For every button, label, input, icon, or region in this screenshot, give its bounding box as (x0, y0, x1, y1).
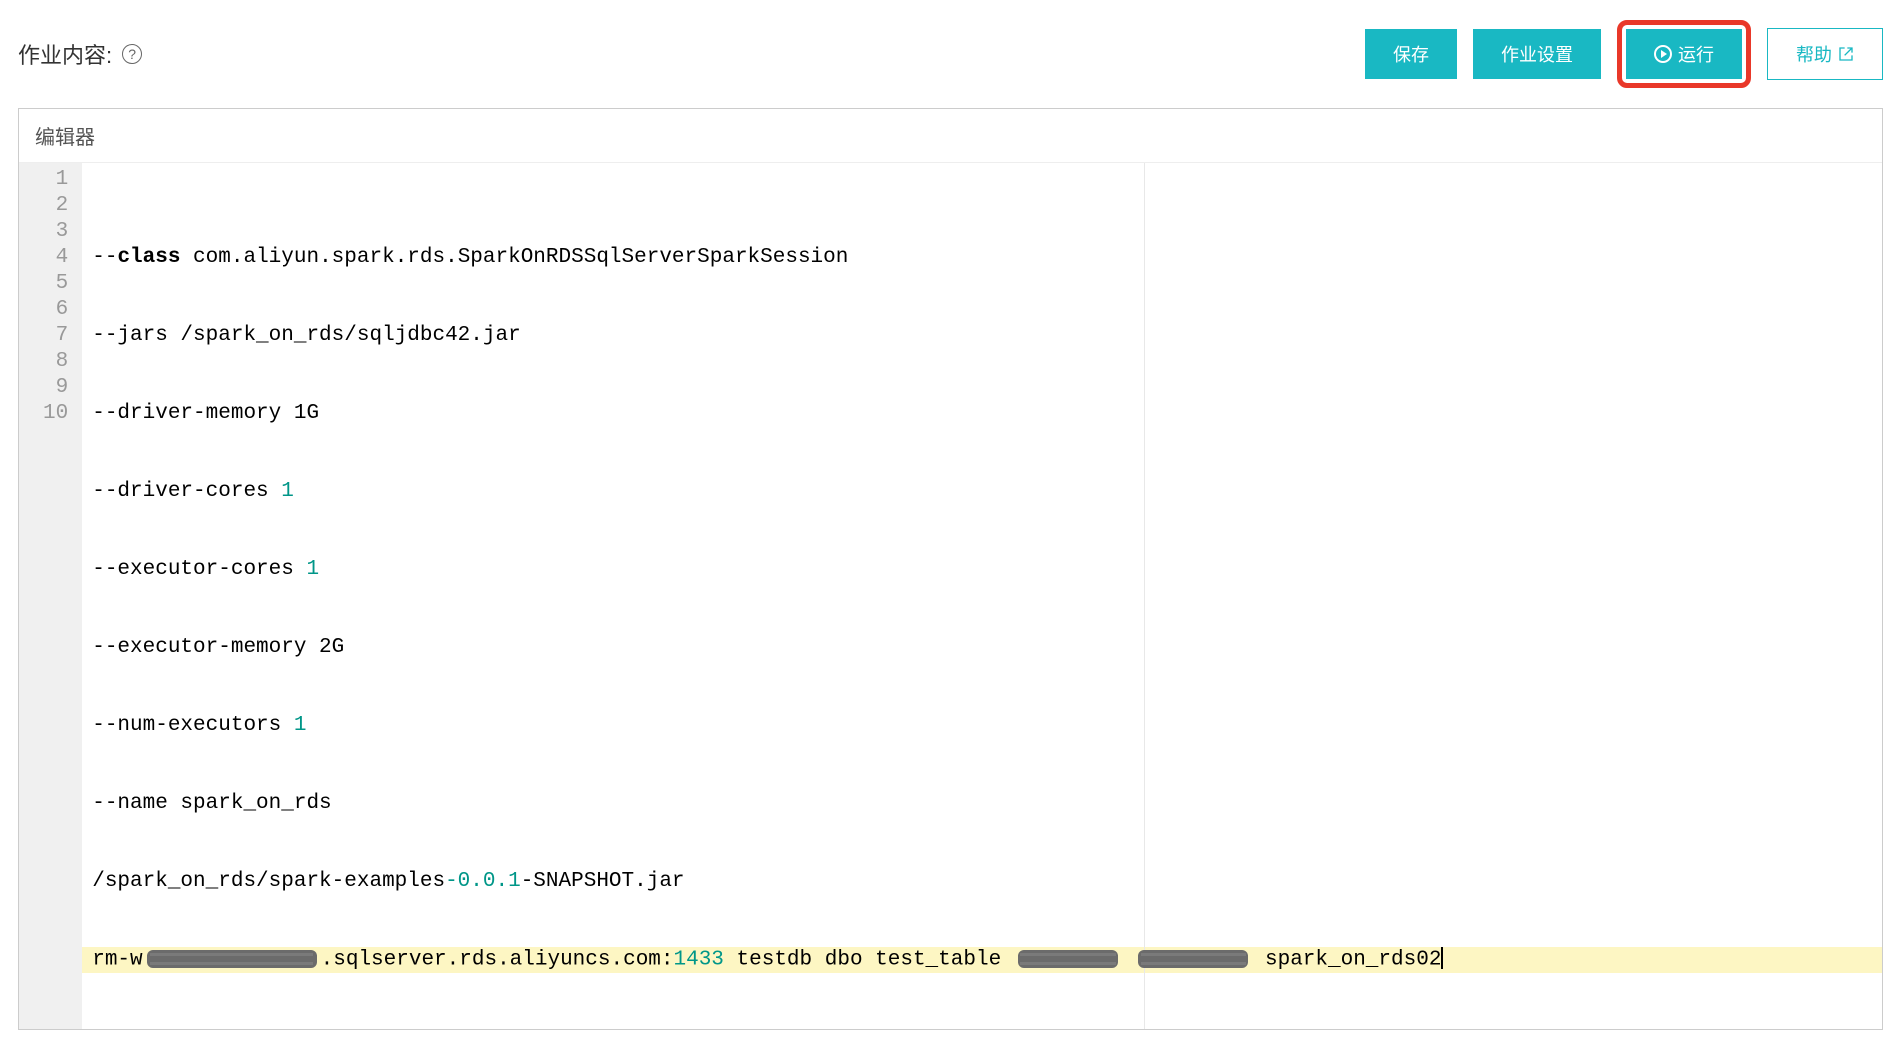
code-line: --executor-memory 2G (82, 635, 1882, 661)
text-cursor (1441, 947, 1443, 969)
code-editor: 编辑器 1 2 3 4 5 6 7 8 9 10 --class com.ali… (18, 108, 1883, 1030)
redacted-text (147, 950, 317, 968)
job-settings-button[interactable]: 作业设置 (1473, 29, 1601, 79)
code-line-active: rm-w.sqlserver.rds.aliyuncs.com:1433 tes… (82, 947, 1882, 973)
code-line: /spark_on_rds/spark-examples-0.0.1-SNAPS… (82, 869, 1882, 895)
help-button[interactable]: 帮助 (1767, 28, 1883, 80)
code-line: --class com.aliyun.spark.rds.SparkOnRDSS… (82, 245, 1882, 271)
external-link-icon (1838, 46, 1854, 62)
code-line: --executor-cores 1 (82, 557, 1882, 583)
play-icon (1654, 45, 1672, 63)
editor-body[interactable]: 1 2 3 4 5 6 7 8 9 10 --class com.aliyun.… (19, 163, 1882, 1029)
run-button[interactable]: 运行 (1626, 29, 1742, 79)
code-line: --jars /spark_on_rds/sqljdbc42.jar (82, 323, 1882, 349)
toolbar: 保存 作业设置 运行 帮助 (1365, 20, 1883, 88)
save-button[interactable]: 保存 (1365, 29, 1457, 79)
print-margin (1144, 163, 1145, 1029)
code-line: --driver-cores 1 (82, 479, 1882, 505)
code-line: --driver-memory 1G (82, 401, 1882, 427)
run-button-label: 运行 (1678, 41, 1714, 67)
redacted-text (1138, 950, 1248, 968)
code-line: --num-executors 1 (82, 713, 1882, 739)
help-tooltip-icon[interactable]: ? (122, 44, 142, 64)
editor-tab-label: 编辑器 (19, 109, 1882, 163)
page-title: 作业内容: (18, 38, 112, 70)
line-number-gutter: 1 2 3 4 5 6 7 8 9 10 (19, 163, 82, 1029)
help-button-label: 帮助 (1796, 41, 1832, 67)
redacted-text (1018, 950, 1118, 968)
code-area[interactable]: --class com.aliyun.spark.rds.SparkOnRDSS… (82, 163, 1882, 1029)
code-line: --name spark_on_rds (82, 791, 1882, 817)
run-button-highlight: 运行 (1617, 20, 1751, 88)
